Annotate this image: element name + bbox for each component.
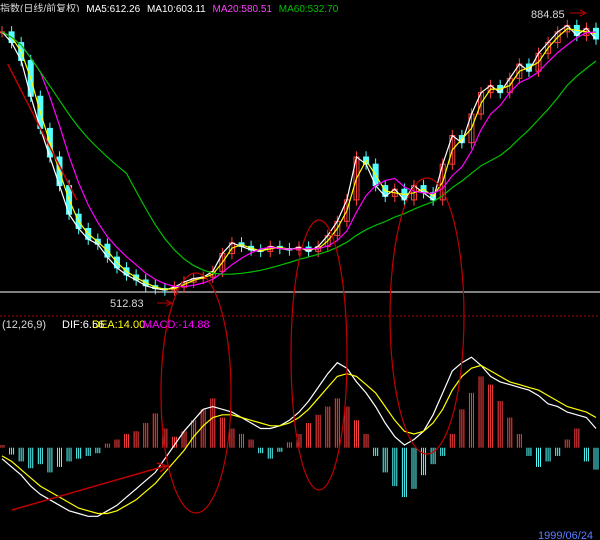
macd-params: (12,26,9) [2,319,46,331]
ma20-line [1,31,597,288]
dea-readout: DEA:14.00 [92,319,145,331]
highlight-ellipse-1 [160,272,232,514]
macd-panel [0,356,599,517]
price-overlay [7,9,588,307]
stock-chart: 884.85 512.83 (12,26,9) DIF:6.56 DEA:14.… [0,9,600,540]
macd-readout: MACD:-14.88 [143,319,210,331]
divergence-arrow [11,465,166,511]
highlight-ellipse-2 [290,219,348,491]
low-price-label: 512.83 [110,298,144,310]
downtrend-line [7,63,78,201]
high-price-label: 884.85 [531,9,565,21]
footer-date: 1999/06/24 [538,530,593,540]
price-panel [0,19,600,317]
